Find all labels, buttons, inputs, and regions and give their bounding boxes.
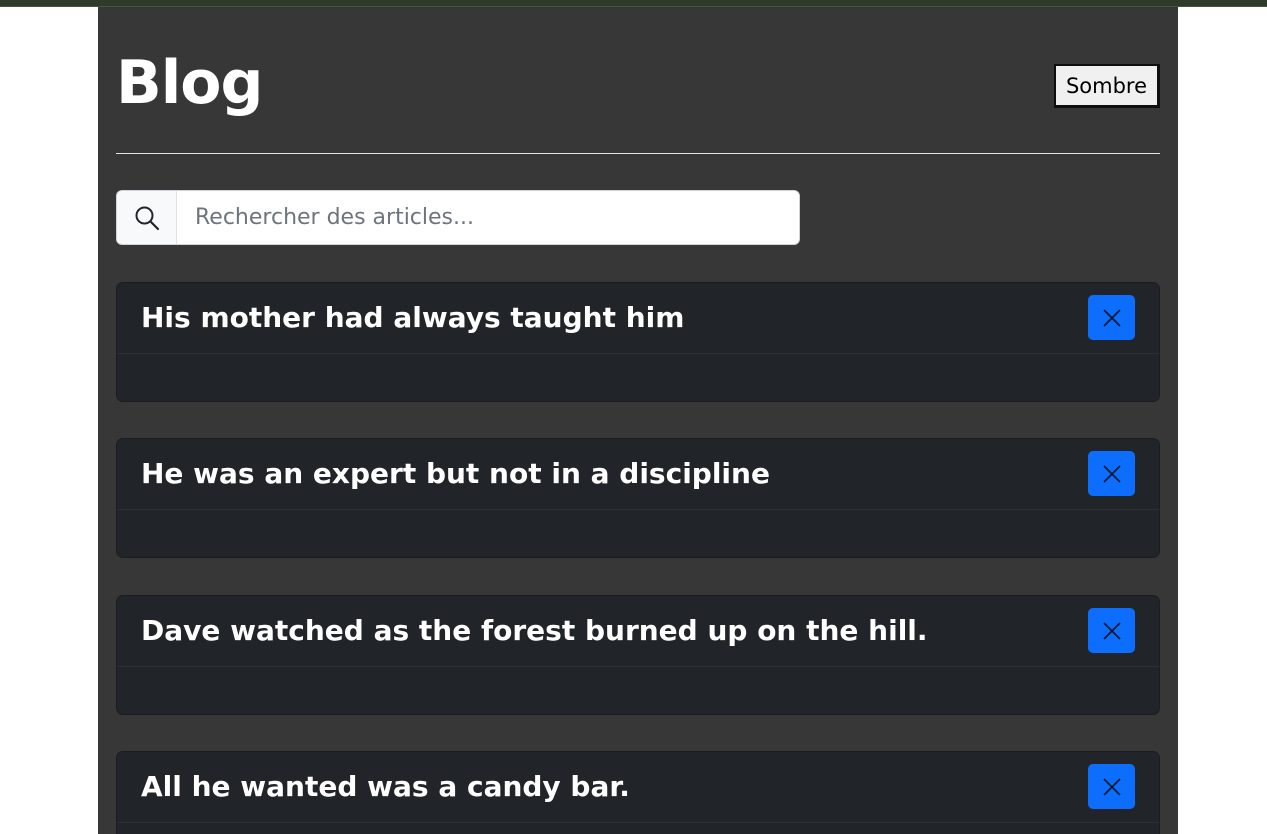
top-bar (0, 0, 1267, 7)
post-card-header: All he wanted was a candy bar. (117, 752, 1159, 823)
post-card: He was an expert but not in a discipline (116, 438, 1160, 558)
post-title: All he wanted was a candy bar. (141, 770, 630, 803)
search-icon (117, 191, 177, 244)
page-header: Blog Sombre (116, 45, 1160, 135)
delete-post-button[interactable] (1088, 608, 1135, 653)
page-title: Blog (116, 48, 263, 118)
post-title: Dave watched as the forest burned up on … (141, 614, 928, 647)
post-title: His mother had always taught him (141, 301, 685, 334)
post-card-body (117, 667, 1159, 714)
close-icon (1102, 621, 1121, 640)
header-divider (116, 153, 1160, 154)
post-card-header: His mother had always taught him (117, 283, 1159, 354)
post-title: He was an expert but not in a discipline (141, 457, 770, 490)
delete-post-button[interactable] (1088, 295, 1135, 340)
search-input[interactable] (177, 191, 799, 244)
post-card-body (117, 823, 1159, 834)
post-card: All he wanted was a candy bar. (116, 751, 1160, 834)
delete-post-button[interactable] (1088, 764, 1135, 809)
page-container: Blog Sombre His mother had always taught… (98, 7, 1178, 834)
close-icon (1102, 464, 1121, 483)
search-bar (116, 190, 800, 245)
delete-post-button[interactable] (1088, 451, 1135, 496)
close-icon (1102, 777, 1121, 796)
post-card: His mother had always taught him (116, 282, 1160, 402)
post-card-body (117, 510, 1159, 557)
post-card-header: He was an expert but not in a discipline (117, 439, 1159, 510)
post-card-header: Dave watched as the forest burned up on … (117, 596, 1159, 667)
post-card: Dave watched as the forest burned up on … (116, 595, 1160, 715)
post-card-body (117, 354, 1159, 401)
theme-toggle-button[interactable]: Sombre (1054, 64, 1160, 108)
close-icon (1102, 308, 1121, 327)
